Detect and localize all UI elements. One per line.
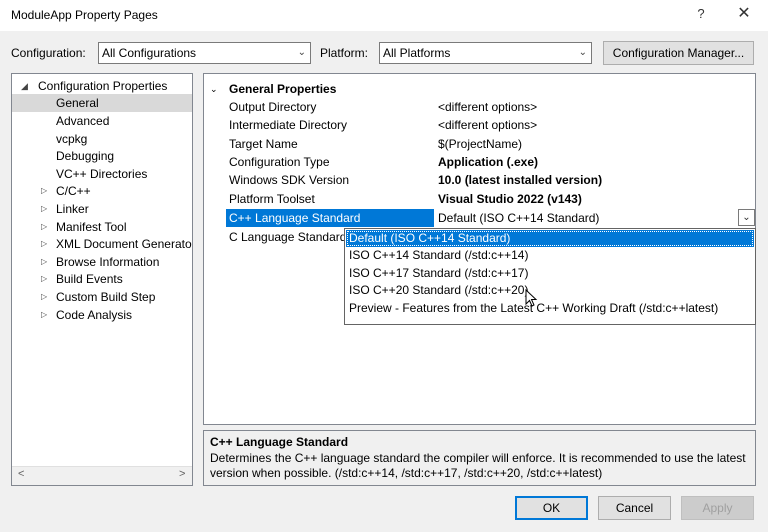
platform-label: Platform: — [320, 46, 369, 60]
collapsed-triangle-icon[interactable]: ▷ — [41, 270, 47, 288]
chevron-down-icon: ⌄ — [578, 47, 587, 58]
tree-item-label: Browse Information — [56, 255, 160, 269]
property-name: C++ Language Standard — [226, 209, 434, 227]
mouse-cursor-icon — [525, 289, 538, 307]
property-name: Windows SDK Version — [229, 173, 350, 187]
property-value[interactable]: Visual Studio 2022 (v143) — [438, 190, 582, 208]
tree-item-debugging[interactable]: Debugging — [12, 147, 192, 165]
tree-item-browse-information[interactable]: ▷ Browse Information — [12, 253, 192, 271]
category-label: General Properties — [229, 82, 337, 96]
description-title: C++ Language Standard — [210, 435, 349, 449]
tree-item-label: Build Events — [56, 272, 123, 286]
dropdown-button[interactable]: ⌄ — [738, 209, 755, 226]
tree-item-label: Code Analysis — [56, 308, 133, 322]
tree-item-label: General — [56, 96, 99, 110]
configuration-manager-button[interactable]: Configuration Manager... — [603, 41, 754, 65]
tree-item-label: Linker — [56, 202, 89, 216]
property-tree[interactable]: ◢ Configuration Properties General Advan… — [11, 73, 193, 486]
scroll-right-icon[interactable]: > — [179, 468, 185, 480]
property-name: Configuration Type — [229, 155, 330, 169]
dropdown-option-cpp17[interactable]: ISO C++17 Standard (/std:c++17) — [346, 265, 754, 282]
collapsed-triangle-icon[interactable]: ▷ — [41, 235, 47, 253]
collapsed-triangle-icon[interactable]: ▷ — [41, 288, 47, 306]
property-value[interactable]: <different options> — [438, 116, 537, 134]
collapsed-triangle-icon[interactable]: ▷ — [41, 182, 47, 200]
expanded-triangle-icon[interactable]: ◢ — [21, 77, 28, 95]
tree-item-build-events[interactable]: ▷ Build Events — [12, 270, 192, 288]
dropdown-option-latest[interactable]: Preview - Features from the Latest C++ W… — [346, 300, 754, 317]
tree-item-c-cpp[interactable]: ▷ C/C++ — [12, 182, 192, 200]
tree-item-custom-build-step[interactable]: ▷ Custom Build Step — [12, 288, 192, 306]
tree-item-code-analysis[interactable]: ▷ Code Analysis — [12, 306, 192, 324]
property-row-cpp-language-standard[interactable]: C++ Language Standard Default (ISO C++14… — [204, 209, 755, 227]
tree-item-label: vcpkg — [56, 132, 88, 146]
tree-item-advanced[interactable]: Advanced — [12, 112, 192, 130]
configuration-label: Configuration: — [11, 46, 86, 60]
description-text: Determines the C++ language standard the… — [210, 451, 746, 480]
chevron-down-icon[interactable]: ⌄ — [210, 80, 218, 98]
property-value[interactable]: Default (ISO C++14 Standard) — [438, 209, 599, 227]
ok-button[interactable]: OK — [515, 496, 588, 520]
cancel-button[interactable]: Cancel — [598, 496, 671, 520]
dropdown-option-cpp14[interactable]: ISO C++14 Standard (/std:c++14) — [346, 247, 754, 264]
description-panel: C++ Language Standard Determines the C++… — [203, 430, 756, 486]
configuration-select-value: All Configurations — [102, 46, 197, 60]
apply-button[interactable]: Apply — [681, 496, 754, 520]
tree-item-label: XML Document Generator — [56, 237, 193, 251]
property-row-output-directory[interactable]: Output Directory <different options> — [204, 98, 755, 116]
tree-root-configuration-properties[interactable]: ◢ Configuration Properties — [12, 77, 192, 95]
tree-item-label: Custom Build Step — [56, 290, 156, 304]
tree-root-label: Configuration Properties — [38, 79, 168, 93]
property-row-target-name[interactable]: Target Name $(ProjectName) — [204, 135, 755, 153]
property-value[interactable]: Application (.exe) — [438, 153, 538, 171]
tree-item-xml-document-generator[interactable]: ▷ XML Document Generator — [12, 235, 192, 253]
collapsed-triangle-icon[interactable]: ▷ — [41, 200, 47, 218]
tree-horizontal-scrollbar[interactable]: < > — [12, 466, 192, 485]
tree-item-general[interactable]: General — [12, 94, 192, 112]
tree-item-linker[interactable]: ▷ Linker — [12, 200, 192, 218]
configuration-select[interactable]: All Configurations ⌄ — [98, 42, 311, 64]
property-row-platform-toolset[interactable]: Platform Toolset Visual Studio 2022 (v14… — [204, 190, 755, 208]
window-title: ModuleApp Property Pages — [11, 8, 158, 22]
property-name: Intermediate Directory — [229, 118, 348, 132]
collapsed-triangle-icon[interactable]: ▷ — [41, 253, 47, 271]
property-row-intermediate-directory[interactable]: Intermediate Directory <different option… — [204, 116, 755, 134]
tree-item-label: Debugging — [56, 149, 115, 163]
property-value[interactable]: 10.0 (latest installed version) — [438, 171, 602, 189]
tree-item-label: VC++ Directories — [56, 167, 148, 181]
property-row-configuration-type[interactable]: Configuration Type Application (.exe) — [204, 153, 755, 171]
chevron-down-icon: ⌄ — [742, 212, 751, 223]
chevron-down-icon: ⌄ — [297, 47, 306, 58]
tree-item-vcpkg[interactable]: vcpkg — [12, 130, 192, 148]
tree-item-label: Advanced — [56, 114, 110, 128]
tree-item-vc-directories[interactable]: VC++ Directories — [12, 165, 192, 183]
property-value[interactable]: $(ProjectName) — [438, 135, 522, 153]
scroll-left-icon[interactable]: < — [18, 468, 24, 480]
help-button[interactable]: ? — [694, 6, 708, 24]
platform-select[interactable]: All Platforms ⌄ — [379, 42, 592, 64]
platform-select-value: All Platforms — [383, 46, 451, 60]
property-name: Platform Toolset — [229, 192, 315, 206]
tree-item-manifest-tool[interactable]: ▷ Manifest Tool — [12, 218, 192, 236]
tree-item-label: C/C++ — [56, 184, 91, 198]
property-name: Target Name — [229, 137, 298, 151]
dropdown-option-cpp20[interactable]: ISO C++20 Standard (/std:c++20) — [346, 282, 754, 299]
property-name: Output Directory — [229, 100, 317, 114]
collapsed-triangle-icon[interactable]: ▷ — [41, 218, 47, 236]
close-button[interactable]: ✕ — [735, 5, 753, 23]
property-value[interactable]: <different options> — [438, 98, 537, 116]
collapsed-triangle-icon[interactable]: ▷ — [41, 306, 47, 324]
cpp-standard-dropdown-list[interactable]: Default (ISO C++14 Standard) ISO C++14 S… — [344, 228, 756, 325]
tree-item-label: Manifest Tool — [56, 220, 127, 234]
dropdown-option-default[interactable]: Default (ISO C++14 Standard) — [346, 230, 754, 247]
property-row-windows-sdk-version[interactable]: Windows SDK Version 10.0 (latest install… — [204, 171, 755, 189]
